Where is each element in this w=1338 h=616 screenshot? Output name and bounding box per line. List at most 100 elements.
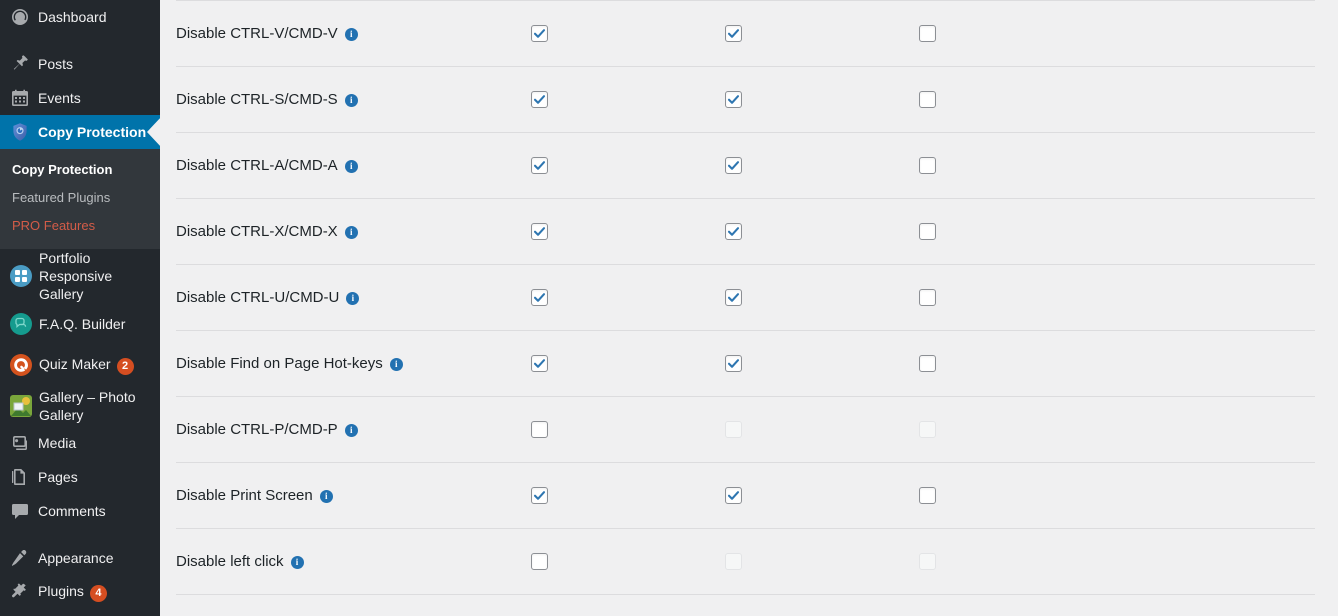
checkbox-col2[interactable] xyxy=(725,25,742,42)
brush-icon xyxy=(10,548,30,568)
setting-label: Disable left click xyxy=(176,553,284,570)
checkbox-col1[interactable] xyxy=(531,487,548,504)
table-row: Disable left click i xyxy=(160,529,1338,594)
sidebar-item-quiz-maker[interactable]: Quiz Maker 2 xyxy=(0,344,160,385)
info-icon[interactable]: i xyxy=(344,28,358,41)
checkbox-cell xyxy=(725,25,919,42)
checkbox-col3[interactable] xyxy=(919,355,936,372)
setting-label: Disable CTRL-S/CMD-S xyxy=(176,91,338,108)
checkbox-col2[interactable] xyxy=(725,487,742,504)
checkbox-cell xyxy=(725,355,919,372)
checkbox-col1[interactable] xyxy=(531,223,548,240)
sidebar-main-menu: Dashboard Posts Events Copy Protection xyxy=(0,0,160,149)
checkbox-cell xyxy=(531,487,725,504)
checkbox-col2[interactable] xyxy=(725,157,742,174)
checkbox-cell xyxy=(919,223,1113,240)
sidebar-item-f-a-q-builder[interactable]: F.A.Q. Builder xyxy=(0,303,160,344)
checkbox-col1[interactable] xyxy=(531,157,548,174)
info-icon[interactable]: i xyxy=(344,160,358,173)
comments-icon xyxy=(10,501,30,521)
quiz-icon xyxy=(10,353,32,376)
sidebar-item-posts[interactable]: Posts xyxy=(0,47,160,81)
checkbox-col1[interactable] xyxy=(531,421,548,438)
active-arrow-icon xyxy=(147,117,160,147)
checkbox-col3[interactable] xyxy=(919,487,936,504)
checkbox-cell xyxy=(531,25,725,42)
table-row: Disable CTRL-A/CMD-A i xyxy=(160,133,1338,198)
setting-label: Disable Find on Page Hot-keys xyxy=(176,355,383,372)
setting-label-cell: Disable Find on Page Hot-keys i xyxy=(160,355,521,372)
sidebar-item-copy-protection[interactable]: Copy Protection xyxy=(0,115,160,149)
sidebar-item-portfolio-responsive-gallery[interactable]: Portfolio Responsive Gallery xyxy=(0,249,160,303)
sidebar-item-label: Appearance xyxy=(38,550,114,566)
sidebar-item-media[interactable]: Media xyxy=(0,426,160,460)
checkbox-col3[interactable] xyxy=(919,157,936,174)
checkbox-cell xyxy=(919,355,1113,372)
info-icon[interactable]: i xyxy=(319,490,333,503)
info-icon[interactable]: i xyxy=(344,226,358,239)
sidebar-item-dashboard[interactable]: Dashboard xyxy=(0,0,160,34)
info-icon[interactable]: i xyxy=(389,358,403,371)
setting-label: Disable CTRL-P/CMD-P xyxy=(176,421,338,438)
submenu-item-pro-features[interactable]: PRO Features xyxy=(0,212,160,240)
setting-label-cell: Disable CTRL-A/CMD-A i xyxy=(160,157,521,174)
checkbox-cell xyxy=(919,553,1113,570)
setting-label-cell: Disable left click i xyxy=(160,553,521,570)
checkbox-cell xyxy=(919,289,1113,306)
checkbox-col1[interactable] xyxy=(531,289,548,306)
checkbox-cell xyxy=(725,487,919,504)
checkbox-cell xyxy=(725,223,919,240)
setting-label-cell: Disable CTRL-P/CMD-P i xyxy=(160,421,521,438)
sidebar-item-appearance[interactable]: Appearance xyxy=(0,541,160,575)
checkbox-col3 xyxy=(919,421,936,438)
checkbox-cell xyxy=(531,553,725,570)
checkbox-col1[interactable] xyxy=(531,355,548,372)
checkbox-col3[interactable] xyxy=(919,223,936,240)
sidebar-item-label: Portfolio Responsive Gallery xyxy=(39,250,113,302)
checkbox-col2[interactable] xyxy=(725,91,742,108)
setting-label: Disable Print Screen xyxy=(176,487,313,504)
sidebar-item-gallery-photo-gallery[interactable]: Gallery – Photo Gallery xyxy=(0,385,160,426)
checkbox-cell xyxy=(919,25,1113,42)
checkbox-col3[interactable] xyxy=(919,91,936,108)
checkbox-col3[interactable] xyxy=(919,25,936,42)
sidebar-item-events[interactable]: Events xyxy=(0,81,160,115)
copy-protection-submenu: Copy Protection Featured Plugins PRO Featu… xyxy=(0,149,160,249)
checkbox-cell xyxy=(531,157,725,174)
submenu-item-copy-protection[interactable]: Copy Protection xyxy=(0,156,160,184)
sidebar-item-label: Copy Protection xyxy=(38,124,147,140)
checkbox-col1[interactable] xyxy=(531,25,548,42)
sidebar-item-label: Media xyxy=(38,435,77,451)
settings-main-area: Disable CTRL-V/CMD-V i Disable CTRL-S/CMD-… xyxy=(160,0,1338,616)
checkbox-cell xyxy=(531,223,725,240)
calendar-icon xyxy=(10,88,30,108)
sidebar-item-plugins[interactable]: Plugins 4 xyxy=(0,575,160,609)
setting-label: Disable CTRL-X/CMD-X xyxy=(176,223,338,240)
table-row: Disable Print Screen i xyxy=(160,463,1338,528)
checkbox-cell xyxy=(919,421,1113,438)
info-icon[interactable]: i xyxy=(344,94,358,107)
checkbox-col2[interactable] xyxy=(725,289,742,306)
sidebar-item-label: Plugins 4 xyxy=(38,582,160,602)
checkbox-col1[interactable] xyxy=(531,553,548,570)
submenu-item-featured-plugins[interactable]: Featured Plugins xyxy=(0,184,160,212)
checkbox-col2[interactable] xyxy=(725,355,742,372)
update-badge: 2 xyxy=(116,357,134,375)
sidebar-item-label: Posts xyxy=(38,56,74,72)
sidebar-item-comments[interactable]: Comments xyxy=(0,494,160,528)
sidebar-plugin-menu: Portfolio Responsive Gallery F.A.Q. Build… xyxy=(0,249,160,426)
checkbox-col2[interactable] xyxy=(725,223,742,240)
info-icon[interactable]: i xyxy=(344,424,358,437)
sidebar-item-pages[interactable]: Pages xyxy=(0,460,160,494)
checkbox-col3[interactable] xyxy=(919,289,936,306)
sidebar-item-label: Quiz Maker 2 xyxy=(39,355,160,375)
wp-admin-screen: Dashboard Posts Events Copy Protection Copy… xyxy=(0,0,1338,616)
setting-label: Disable CTRL-A/CMD-A xyxy=(176,157,338,174)
pages-icon xyxy=(10,467,30,487)
checkbox-col1[interactable] xyxy=(531,91,548,108)
info-icon[interactable]: i xyxy=(290,556,304,569)
checkbox-cell xyxy=(531,91,725,108)
dashboard-icon xyxy=(10,7,30,27)
info-icon[interactable]: i xyxy=(346,292,360,305)
checkbox-cell xyxy=(725,157,919,174)
